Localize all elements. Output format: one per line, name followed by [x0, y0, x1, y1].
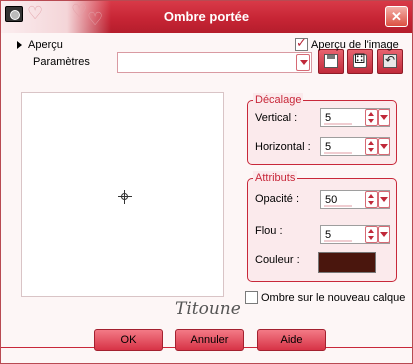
chevron-down-icon[interactable]: [378, 226, 390, 243]
offset-group: Décalage Vertical : 5 Horizontal : 5: [247, 93, 397, 165]
attributes-group: Attributs Opacité : 50 Flou : 5 Couleur …: [247, 171, 397, 282]
dialog-window: ♡ ♡ ♡ Ombre portée ✕ Aperçu Paramètres A…: [0, 0, 413, 364]
tree-item-label: Aperçu: [28, 39, 63, 51]
window-title: Ombre portée: [163, 9, 250, 24]
tree-item-presets[interactable]: Paramètres: [33, 54, 90, 70]
opacity-label: Opacité :: [255, 193, 300, 205]
navigation-tree: Aperçu Paramètres: [15, 37, 111, 71]
vertical-spinbox[interactable]: 5: [320, 108, 390, 127]
floppy-disk-icon: [324, 54, 338, 68]
ok-button[interactable]: OK: [94, 329, 163, 351]
spin-arrows-icon[interactable]: [365, 109, 378, 126]
reset-icon: [383, 53, 397, 68]
new-layer-checkbox[interactable]: [245, 291, 258, 304]
blur-label: Flou :: [255, 225, 283, 237]
title-bar[interactable]: ♡ ♡ ♡ Ombre portée ✕: [1, 1, 412, 33]
signature-watermark: Titoune: [175, 299, 241, 319]
image-preview-checkbox[interactable]: [295, 36, 308, 51]
cancel-button[interactable]: Annuler: [175, 329, 244, 351]
randomize-button[interactable]: [347, 49, 373, 74]
close-button[interactable]: ✕: [385, 6, 408, 27]
color-label: Couleur :: [255, 254, 300, 266]
horizontal-spinbox[interactable]: 5: [320, 137, 390, 156]
blur-slider-bar[interactable]: [324, 240, 352, 242]
vertical-label: Vertical :: [255, 112, 298, 124]
horizontal-label: Horizontal :: [255, 141, 311, 153]
horizontal-slider-bar[interactable]: [324, 152, 352, 154]
vertical-slider-bar[interactable]: [324, 123, 352, 125]
preview-area[interactable]: [21, 92, 224, 297]
image-preview-label: Aperçu de l'image: [311, 39, 399, 51]
spin-arrows-icon[interactable]: [365, 138, 378, 155]
crosshair-icon: [118, 190, 132, 204]
spin-arrows-icon[interactable]: [365, 191, 378, 208]
chevron-down-icon[interactable]: [378, 191, 390, 208]
opacity-spinbox[interactable]: 50: [320, 190, 390, 209]
expand-triangle-icon: [17, 41, 22, 50]
spin-arrows-icon[interactable]: [365, 226, 378, 243]
dice-icon: [353, 52, 367, 68]
opacity-slider-bar[interactable]: [324, 205, 352, 207]
blur-spinbox[interactable]: 5: [320, 225, 390, 244]
shadow-color-swatch[interactable]: [318, 252, 376, 273]
save-preset-button[interactable]: [318, 49, 344, 74]
tree-item-label: Paramètres: [33, 56, 90, 68]
preset-select[interactable]: [117, 52, 312, 73]
chevron-down-icon[interactable]: [296, 54, 310, 71]
chevron-down-icon[interactable]: [378, 138, 390, 155]
reset-button[interactable]: [377, 49, 403, 74]
attributes-group-title: Attributs: [253, 171, 298, 185]
help-button[interactable]: Aide: [257, 329, 326, 351]
offset-group-title: Décalage: [253, 93, 304, 107]
chevron-down-icon[interactable]: [378, 109, 390, 126]
new-layer-label: Ombre sur le nouveau calque: [261, 292, 406, 304]
tree-item-preview[interactable]: Aperçu: [17, 37, 63, 53]
